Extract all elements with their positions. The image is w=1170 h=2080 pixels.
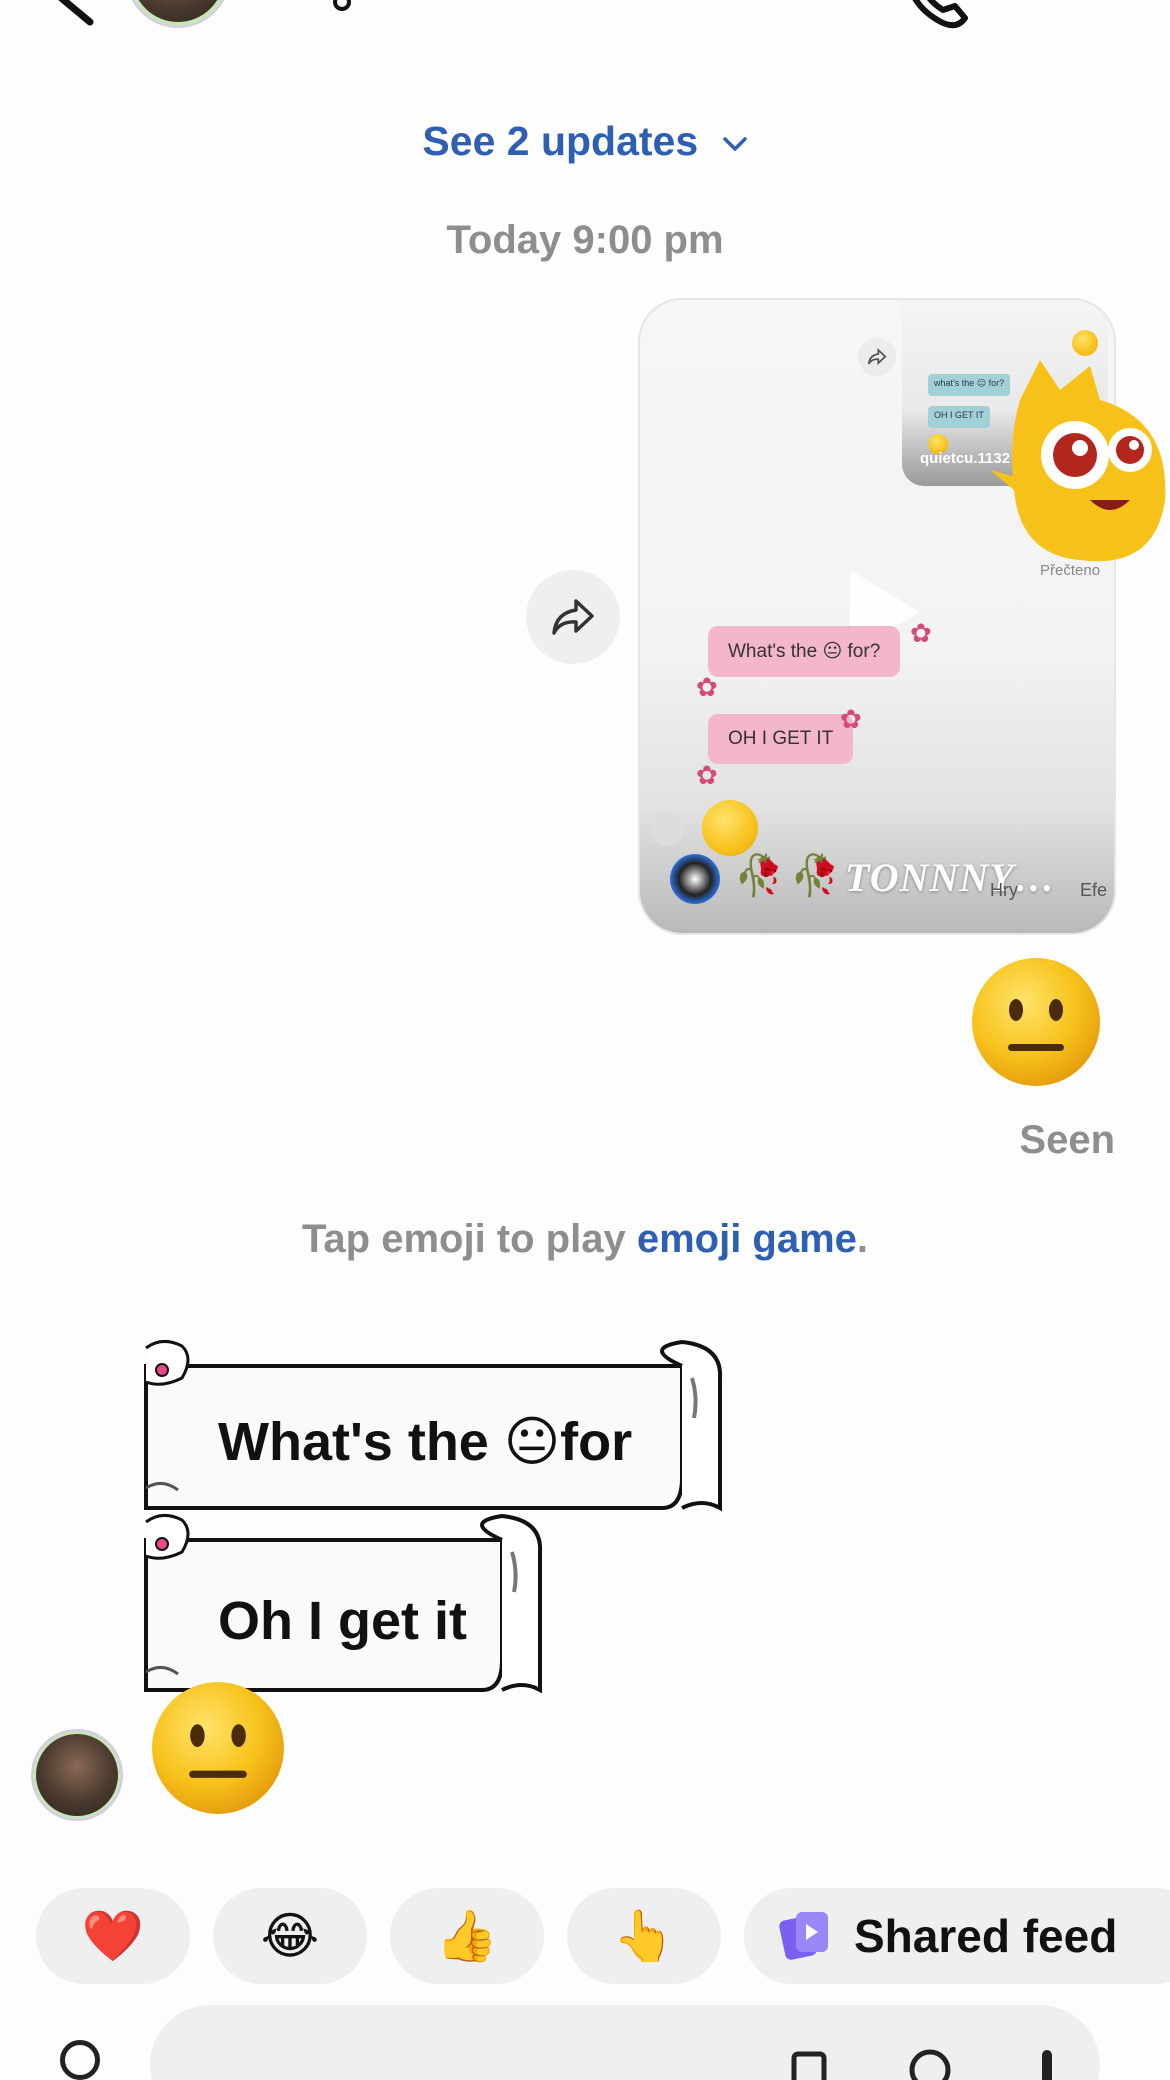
message-text: Oh I get it — [218, 1591, 467, 1651]
neutral-emoji-icon — [1072, 330, 1098, 356]
rose-icon: 🥀 — [790, 854, 840, 898]
video-caption: TONNNY… — [845, 855, 1056, 900]
hint-prefix: Tap emoji to play — [301, 1217, 637, 1261]
reaction-laugh[interactable]: 😂 — [213, 1888, 367, 1984]
embedded-avatar — [650, 812, 684, 846]
shared-feed-button[interactable]: Shared feed — [744, 1888, 1170, 1984]
more-horizontal-icon[interactable] — [1035, 0, 1105, 10]
phone-icon[interactable] — [905, 0, 975, 30]
shared-feed-label: Shared feed — [854, 1910, 1118, 1962]
flower-icon: ✿ — [696, 672, 718, 702]
swirl-sparkle-icon: ✦ — [333, 0, 351, 11]
share-button[interactable] — [526, 570, 620, 664]
embedded-bubble: OH I GET IT — [708, 714, 854, 764]
rose-icon: 🥀 — [734, 854, 784, 898]
shared-feed-icon — [779, 1912, 828, 1960]
reaction-point-up[interactable]: 👆 — [567, 1888, 721, 1984]
quick-reactions-bar: ❤️ 😂 👍 👆 Shared feed — [36, 1888, 1170, 1984]
reaction-heart[interactable]: ❤️ — [36, 1888, 190, 1984]
chevron-left-icon[interactable] — [38, 0, 98, 30]
see-updates-label: See 2 updates — [422, 118, 699, 164]
composer-actions — [791, 2049, 1052, 2080]
received-neutral-emoji[interactable] — [150, 1680, 286, 1816]
chevron-down-icon — [722, 137, 747, 151]
reaction-thumbs-up[interactable]: 👍 — [390, 1888, 544, 1984]
hint-suffix: . — [856, 1217, 869, 1261]
embedded-bubble: What's the 😐 for? — [708, 626, 901, 677]
message-text: What's the 😐for — [218, 1412, 633, 1472]
received-message-bubble[interactable]: Oh I get it — [142, 1512, 552, 1697]
camera-icon[interactable] — [60, 2040, 100, 2080]
embedded-label: Hry — [990, 880, 1018, 900]
flower-icon: ✿ — [910, 618, 932, 648]
avatar[interactable] — [132, 0, 224, 22]
emoji-game-hint: Tap emoji to play emoji game. — [0, 1217, 1170, 1262]
share-arrow-icon — [552, 599, 594, 635]
message-timestamp: Today 9:00 pm — [446, 218, 724, 262]
sticker-icon — [909, 2049, 951, 2080]
flower-icon: ✿ — [840, 704, 862, 734]
received-message-bubble[interactable]: What's the 😐for — [142, 1338, 732, 1518]
embedded-label: Efe — [1080, 880, 1108, 900]
mini-share-icon — [858, 338, 896, 376]
microphone-icon — [1042, 2050, 1052, 2080]
neutral-emoji-icon — [702, 800, 758, 856]
see-updates-button[interactable]: See 2 updates — [0, 118, 1170, 165]
flower-icon: ✿ — [696, 760, 718, 790]
sent-neutral-emoji[interactable] — [970, 956, 1102, 1088]
gallery-icon — [791, 2051, 827, 2080]
embedded-avatar — [670, 854, 720, 904]
sender-avatar[interactable] — [36, 1734, 118, 1816]
seen-status: Seen — [1019, 1118, 1115, 1162]
mascot-sticker-icon — [990, 360, 1166, 562]
top-bar: ✦ — [0, 0, 1170, 50]
emoji-game-link[interactable]: emoji game — [637, 1217, 857, 1261]
